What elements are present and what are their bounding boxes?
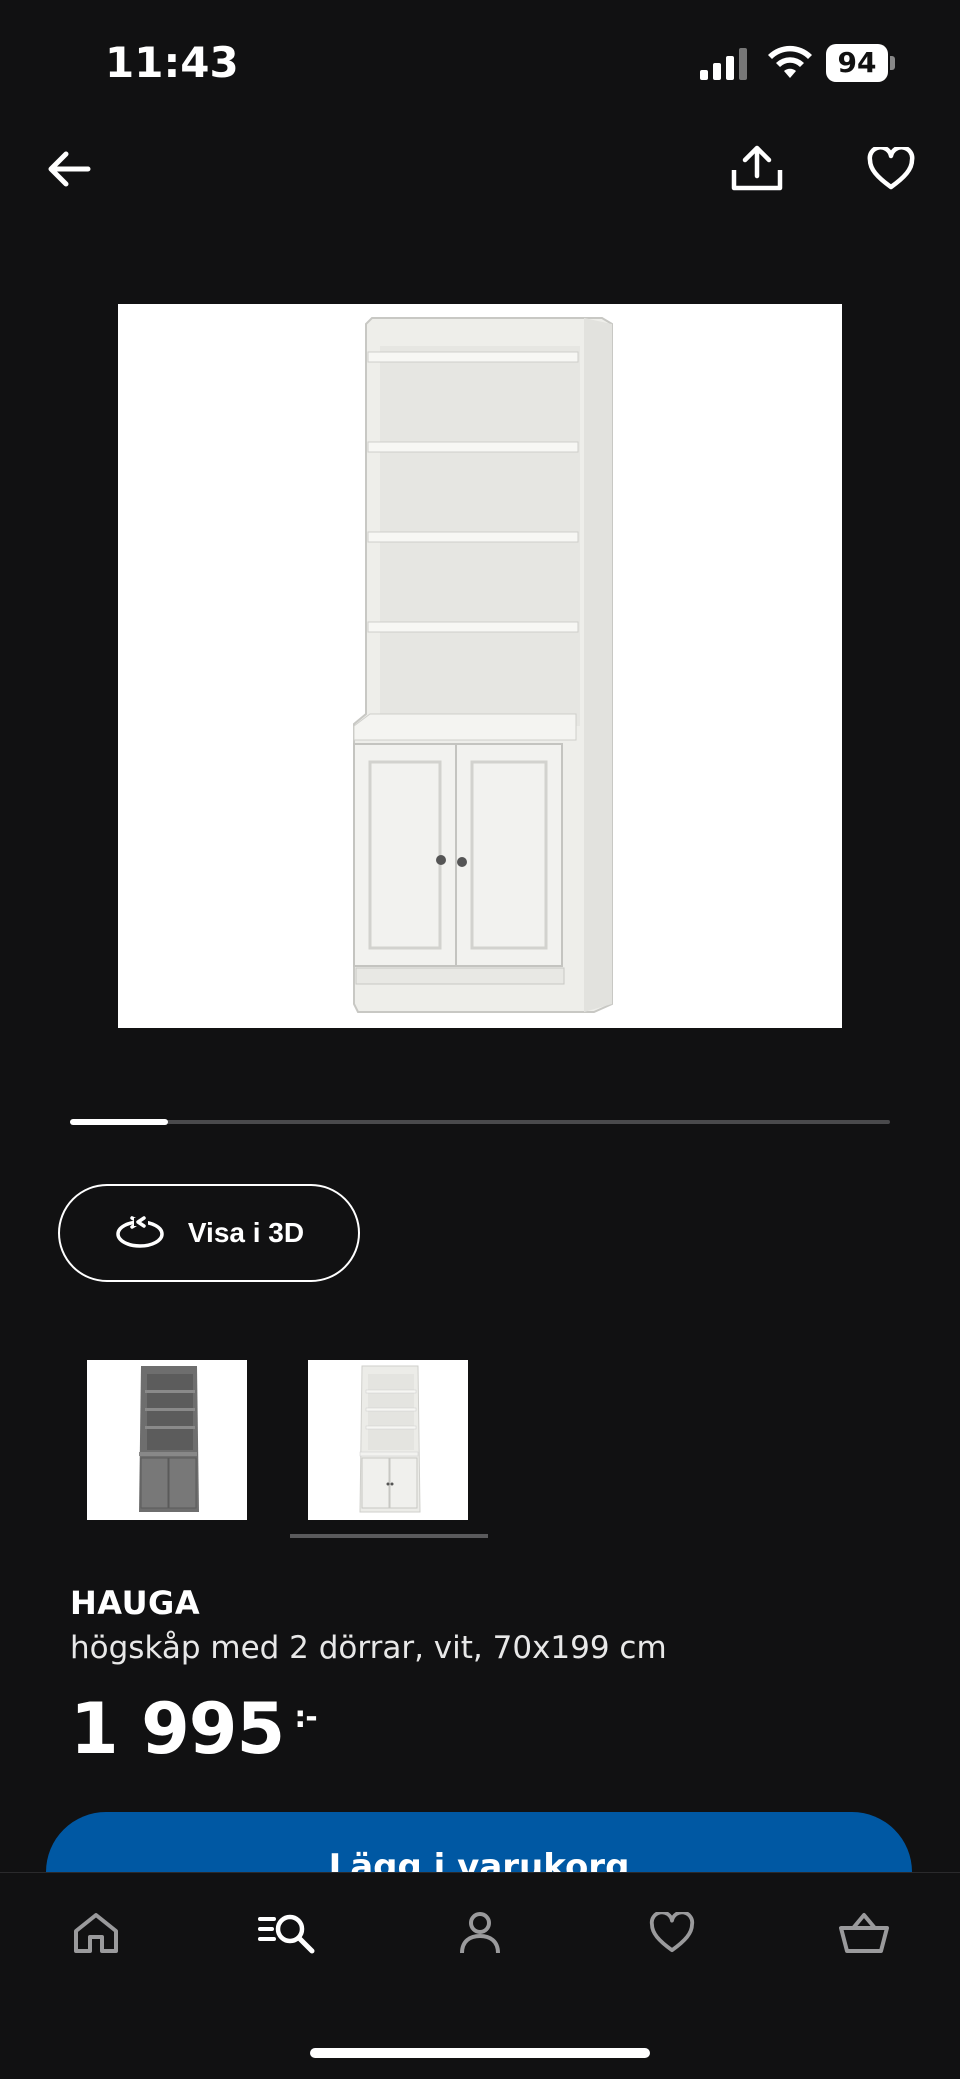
heart-icon xyxy=(867,147,915,190)
view-3d-button[interactable]: Visa i 3D xyxy=(58,1184,360,1282)
favorite-button[interactable] xyxy=(856,134,926,204)
rotate-3d-icon xyxy=(116,1216,164,1248)
product-image[interactable] xyxy=(118,304,842,1028)
home-icon xyxy=(74,1913,118,1953)
price-amount: 1 995 xyxy=(70,1688,285,1770)
nav-home[interactable] xyxy=(56,1898,136,1968)
battery-icon: 94 xyxy=(826,44,898,82)
view-3d-label: Visa i 3D xyxy=(187,1217,305,1248)
price-currency: :- xyxy=(294,1700,317,1735)
signal-icon xyxy=(700,48,747,80)
cabinet-illustration xyxy=(353,317,613,1013)
home-indicator xyxy=(310,2048,650,2058)
nav-favorites[interactable] xyxy=(632,1898,712,1968)
thumbnail-white[interactable] xyxy=(308,1360,468,1520)
share-button[interactable] xyxy=(722,134,792,204)
thumbnail-grey[interactable] xyxy=(87,1360,247,1520)
nav-basket[interactable] xyxy=(824,1898,904,1968)
share-icon xyxy=(731,145,783,191)
nav-search[interactable] xyxy=(248,1898,328,1968)
product-price: 1 995 :- xyxy=(70,1688,318,1770)
arrow-left-icon xyxy=(48,151,91,187)
status-time: 11:43 xyxy=(105,38,239,87)
back-button[interactable] xyxy=(34,134,104,204)
basket-icon xyxy=(839,1913,889,1953)
product-description: högskåp med 2 dörrar, vit, 70x199 cm xyxy=(70,1630,667,1666)
gallery-progress-track xyxy=(70,1120,890,1124)
wifi-icon xyxy=(768,45,812,78)
grey-cabinet-thumbnail xyxy=(139,1366,199,1512)
white-cabinet-thumbnail xyxy=(359,1365,421,1513)
gallery-progress-fill xyxy=(70,1119,169,1125)
battery-level: 94 xyxy=(826,44,888,82)
profile-icon xyxy=(460,1912,500,1954)
heart-icon xyxy=(649,1912,695,1953)
product-brand: HAUGA xyxy=(70,1584,201,1622)
selected-thumbnail-indicator xyxy=(290,1534,488,1538)
nav-profile[interactable] xyxy=(440,1898,520,1968)
search-icon xyxy=(258,1914,315,1954)
